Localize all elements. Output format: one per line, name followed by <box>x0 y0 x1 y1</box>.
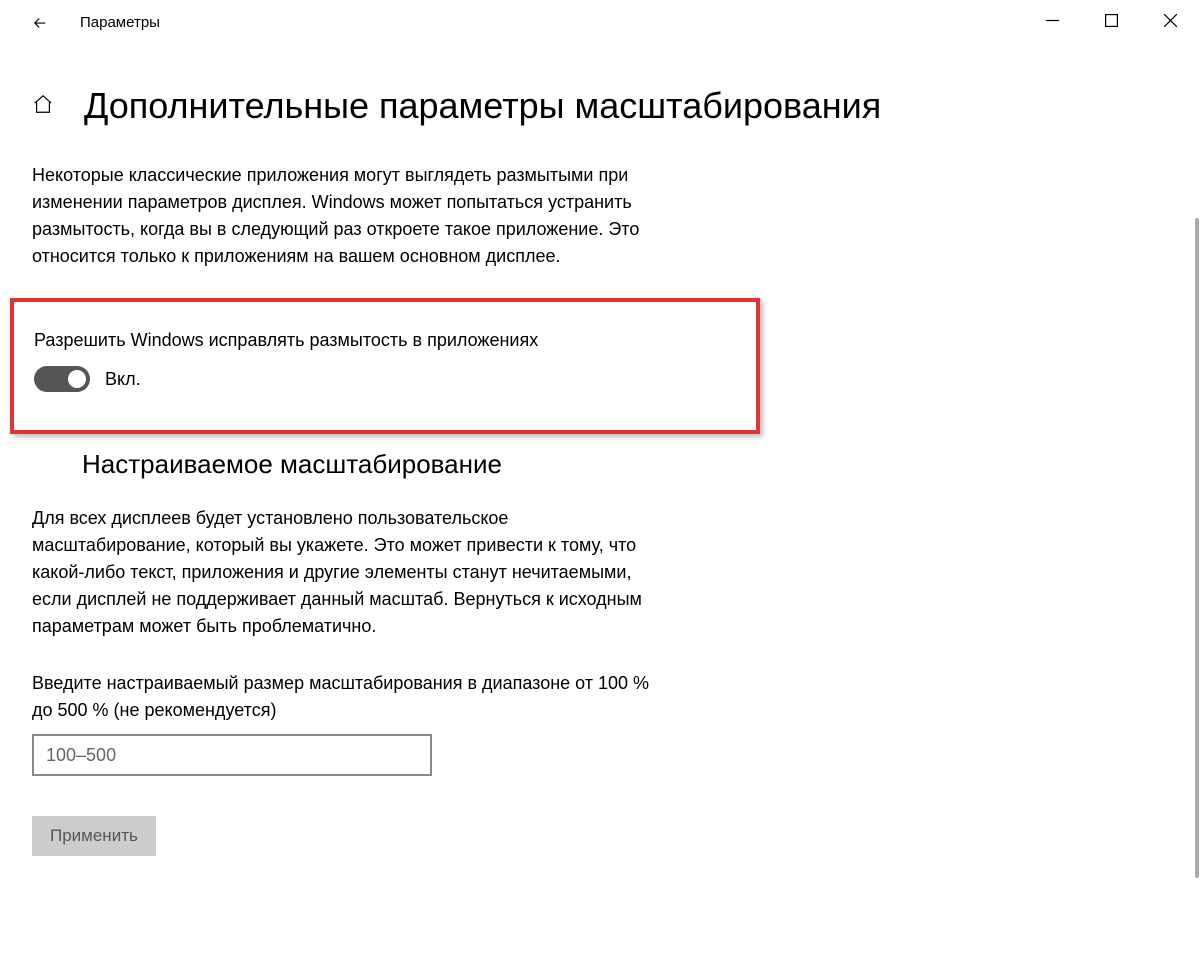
page-header: Дополнительные параметры масштабирования <box>0 45 1200 127</box>
scrollbar-track[interactable] <box>1194 48 1200 970</box>
fix-blur-toggle[interactable] <box>34 366 90 392</box>
apply-button[interactable]: Применить <box>32 816 156 856</box>
scrollbar-thumb[interactable] <box>1195 218 1199 878</box>
home-button[interactable] <box>32 93 54 120</box>
scale-input-label: Введите настраиваемый размер масштабиров… <box>32 670 660 724</box>
minimize-button[interactable] <box>1023 0 1082 40</box>
home-icon <box>32 93 54 115</box>
page-title: Дополнительные параметры масштабирования <box>84 85 881 127</box>
toggle-knob <box>68 370 86 388</box>
content-area: Некоторые классические приложения могут … <box>0 127 660 856</box>
titlebar: Параметры <box>0 0 1200 45</box>
highlight-annotation: Разрешить Windows исправлять размытость … <box>10 298 760 434</box>
minimize-icon <box>1046 14 1059 27</box>
window-title: Параметры <box>80 14 160 31</box>
maximize-icon <box>1105 14 1118 27</box>
window-controls <box>1023 0 1200 40</box>
custom-scale-input[interactable] <box>32 734 432 776</box>
close-icon <box>1164 14 1177 27</box>
custom-scaling-heading: Настраиваемое масштабирование <box>82 449 660 480</box>
toggle-row: Вкл. <box>34 366 736 392</box>
back-button[interactable] <box>22 5 58 41</box>
close-button[interactable] <box>1141 0 1200 40</box>
custom-scaling-description: Для всех дисплеев будет установлено поль… <box>32 505 660 640</box>
fix-blur-label: Разрешить Windows исправлять размытость … <box>34 330 736 351</box>
blur-description: Некоторые классические приложения могут … <box>32 162 660 270</box>
toggle-state-label: Вкл. <box>105 369 141 390</box>
maximize-button[interactable] <box>1082 0 1141 40</box>
back-arrow-icon <box>31 14 49 32</box>
